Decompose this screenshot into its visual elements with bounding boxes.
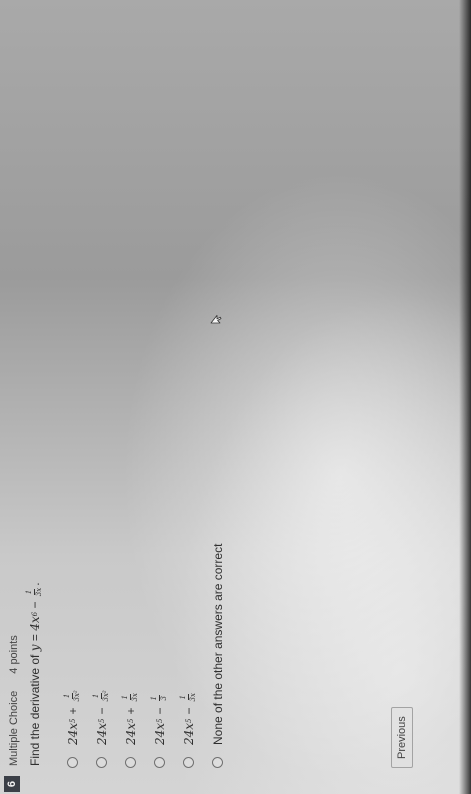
- question-type: Multiple Choice: [8, 690, 20, 766]
- option-fraction: 1 3x²: [92, 690, 110, 702]
- option-coefficient: 24x: [65, 722, 80, 745]
- option-operator: +: [65, 707, 80, 715]
- answer-options: 24x 5 + 1 3x² 24x 5 − 1 3x² 24x 5 + 1 3x…: [60, 544, 234, 768]
- radio-button[interactable]: [154, 757, 165, 768]
- option-exponent: 5: [97, 718, 106, 723]
- option-operator: −: [181, 707, 196, 715]
- option-fraction-numerator: 1: [121, 694, 131, 701]
- question-number-badge: 6: [4, 776, 20, 792]
- prompt-lhs: y: [27, 644, 42, 652]
- option-fraction-denominator: 3x: [189, 693, 197, 702]
- option-coefficient: 24x: [123, 722, 138, 745]
- prompt-period: .: [27, 582, 42, 586]
- option-exponent: 5: [184, 718, 193, 723]
- option-label: 24x 5 − 1 3x²: [92, 688, 110, 745]
- option-fraction-denominator: 3x²: [73, 690, 81, 702]
- option-fraction-numerator: 1: [63, 692, 73, 700]
- previous-button[interactable]: Previous: [391, 707, 413, 768]
- option-coefficient: 24x: [94, 722, 109, 745]
- option-coefficient: 24x: [181, 722, 196, 745]
- option-label: None of the other answers are correct: [210, 543, 225, 745]
- question-panel: 6 Multiple Choice 4 points Find the deri…: [0, 0, 471, 794]
- prompt-text: Find the derivative of: [27, 654, 42, 766]
- option-fraction-denominator: 3x²: [102, 690, 110, 702]
- option-coefficient: 24x: [152, 722, 167, 745]
- answer-option-4[interactable]: 24x 5 − 1 3: [147, 544, 172, 768]
- option-exponent: 5: [68, 718, 77, 723]
- option-fraction: 1 3: [150, 695, 168, 702]
- option-fraction-numerator: 1: [92, 692, 102, 700]
- option-operator: +: [123, 707, 138, 715]
- answer-option-6[interactable]: None of the other answers are correct: [205, 544, 230, 768]
- option-fraction: 1 3x: [121, 693, 139, 702]
- option-fraction-denominator: 3: [160, 696, 168, 701]
- answer-option-1[interactable]: 24x 5 + 1 3x²: [60, 544, 85, 768]
- prompt-equals: =: [27, 634, 42, 642]
- radio-button[interactable]: [96, 757, 107, 768]
- option-fraction-numerator: 1: [150, 695, 160, 702]
- mouse-pointer-icon: [210, 315, 222, 324]
- option-exponent: 5: [155, 718, 164, 723]
- answer-option-5[interactable]: 24x 5 − 1 3x: [176, 544, 201, 768]
- radio-button[interactable]: [67, 757, 78, 768]
- prompt-minus: −: [27, 601, 42, 609]
- option-exponent: 5: [126, 718, 135, 723]
- radio-button[interactable]: [125, 757, 136, 768]
- question-prompt: Find the derivative of y = 4x 6 − 1 3x .: [25, 582, 43, 766]
- option-operator: −: [152, 707, 167, 715]
- prompt-term-exponent: 6: [30, 611, 39, 617]
- option-label: 24x 5 + 1 3x²: [63, 688, 81, 745]
- question-meta: Multiple Choice 4 points: [8, 635, 20, 766]
- question-points: 4 points: [8, 635, 20, 674]
- radio-button[interactable]: [183, 757, 194, 768]
- option-fraction-denominator: 3x: [131, 693, 139, 702]
- option-operator: −: [94, 707, 109, 715]
- answer-option-2[interactable]: 24x 5 − 1 3x²: [89, 544, 114, 768]
- option-label: 24x 5 − 1 3: [150, 693, 168, 745]
- prompt-fraction: 1 3x: [25, 587, 43, 597]
- option-fraction: 1 3x²: [63, 690, 81, 702]
- option-label: 24x 5 − 1 3x: [179, 691, 197, 745]
- option-label: 24x 5 + 1 3x: [121, 691, 139, 745]
- prompt-term: 4x: [27, 616, 42, 631]
- option-fraction: 1 3x: [179, 693, 197, 702]
- answer-option-3[interactable]: 24x 5 + 1 3x: [118, 544, 143, 768]
- option-fraction-numerator: 1: [179, 694, 189, 701]
- radio-button[interactable]: [212, 757, 223, 768]
- prompt-fraction-numerator: 1: [25, 588, 35, 596]
- quiz-page: 6 Multiple Choice 4 points Find the deri…: [0, 0, 471, 794]
- prompt-fraction-denominator: 3x: [35, 587, 43, 597]
